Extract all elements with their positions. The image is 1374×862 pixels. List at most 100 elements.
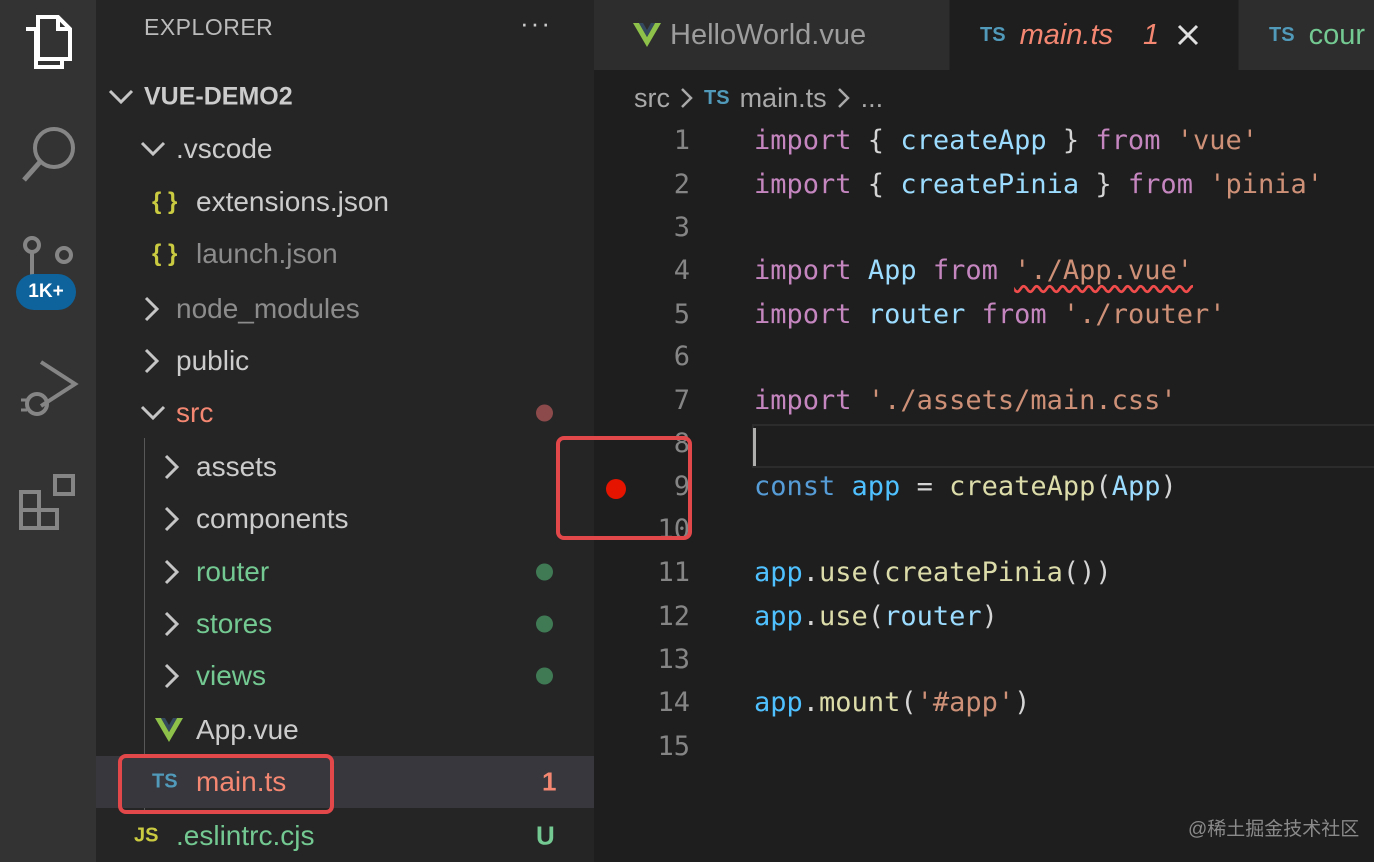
line-number: 11 <box>657 557 690 588</box>
run-debug-icon[interactable] <box>0 342 96 428</box>
more-actions-icon[interactable]: ··· <box>520 8 552 39</box>
highlight-box <box>118 754 334 814</box>
typescript-icon: TS <box>1269 23 1295 46</box>
code-line-7[interactable]: import './assets/main.css' <box>754 385 1177 416</box>
tree-label: components <box>196 503 349 534</box>
tree-file-launch-json[interactable]: { } launch.json <box>96 228 594 280</box>
tree-label: views <box>196 660 267 691</box>
javascript-icon: JS <box>134 824 159 847</box>
chevron-down-icon <box>108 89 134 105</box>
json-icon: { } <box>152 188 178 215</box>
tree-label: launch.json <box>196 238 338 269</box>
line-number: 5 <box>673 299 690 330</box>
tree-folder-vscode[interactable]: .vscode <box>96 123 594 175</box>
line-number: 6 <box>673 341 690 372</box>
tree-label: .eslintrc.cjs <box>176 820 315 851</box>
vue-icon <box>633 23 661 47</box>
code-line-14[interactable]: app.mount('#app') <box>754 687 1030 718</box>
chevron-right-icon <box>164 611 180 637</box>
watermark: @稀土掘金技术社区 <box>1188 819 1360 840</box>
chevron-right-icon <box>164 454 180 480</box>
tree-label: router <box>196 556 270 587</box>
chevron-down-icon <box>140 141 166 157</box>
untracked-dot <box>536 615 553 633</box>
tab-label: HelloWorld.vue <box>670 18 867 51</box>
code-line-2[interactable]: import { createPinia } from 'pinia' <box>754 169 1323 200</box>
line-number: 13 <box>657 644 690 675</box>
json-icon: { } <box>152 240 178 267</box>
modified-dot <box>536 404 553 422</box>
line-number: 14 <box>657 687 690 718</box>
breadcrumb-folder[interactable]: src <box>634 83 670 114</box>
explorer-icon[interactable] <box>0 0 96 86</box>
tree-file-eslintrc[interactable]: JS .eslintrc.cjs U <box>96 810 594 862</box>
breadcrumb: src TS main.ts ... <box>634 78 883 118</box>
highlight-box <box>556 436 692 540</box>
line-number: 1 <box>673 125 690 156</box>
extensions-icon[interactable] <box>0 460 96 546</box>
chevron-right-icon <box>164 559 180 585</box>
code-line-5[interactable]: import router from './router' <box>754 299 1225 330</box>
chevron-right-icon <box>681 88 693 108</box>
line-number: 3 <box>673 212 690 243</box>
error-squiggle: './App.vue' <box>1014 255 1193 286</box>
chevron-right-icon <box>164 506 180 532</box>
tree-label: extensions.json <box>196 186 390 217</box>
text-cursor <box>753 428 756 466</box>
project-name: VUE-DEMO2 <box>144 82 293 111</box>
tab-bar: HelloWorld.vue TS main.ts 1 TS cour <box>594 0 1374 70</box>
tree-folder-stores[interactable]: stores <box>96 598 594 650</box>
typescript-icon: TS <box>980 23 1006 46</box>
tab-helloworld-vue[interactable]: HelloWorld.vue <box>594 0 949 70</box>
tab-label: cour <box>1308 18 1365 51</box>
tab-cour[interactable]: TS cour <box>1239 0 1374 70</box>
line-number: 12 <box>657 601 690 632</box>
tree-file-extensions-json[interactable]: { } extensions.json <box>96 176 594 228</box>
current-line-highlight <box>752 424 1374 468</box>
tree-folder-assets[interactable]: assets <box>96 441 594 493</box>
code-line-4[interactable]: import App from './App.vue' <box>754 255 1193 286</box>
close-icon[interactable] <box>1177 24 1199 46</box>
activity-bar: 1K+ <box>0 0 96 862</box>
problem-count: 1 <box>542 766 557 797</box>
tree-label: node_modules <box>176 293 360 324</box>
tree-label: stores <box>196 608 273 639</box>
project-root[interactable]: VUE-DEMO2 <box>96 71 594 123</box>
tree-folder-src[interactable]: src <box>96 387 594 439</box>
chevron-down-icon <box>140 405 166 421</box>
line-number: 7 <box>673 385 690 416</box>
explorer-sidebar: EXPLORER ··· VUE-DEMO2 .vscode { } exten… <box>96 0 594 862</box>
tree-folder-components[interactable]: components <box>96 493 594 545</box>
problem-count: 1 <box>1143 18 1160 51</box>
tree-label: .vscode <box>176 133 273 164</box>
search-icon[interactable] <box>0 112 96 198</box>
tree-folder-views[interactable]: views <box>96 650 594 702</box>
line-number: 15 <box>657 731 690 762</box>
code-line-12[interactable]: app.use(router) <box>754 601 998 632</box>
vue-icon <box>155 718 183 742</box>
breadcrumb-file[interactable]: main.ts <box>740 83 827 114</box>
code-line-9[interactable]: const app = createApp(App) <box>754 471 1177 502</box>
tab-main-ts[interactable]: TS main.ts 1 <box>950 0 1238 70</box>
tree-folder-node-modules[interactable]: node_modules <box>96 283 594 335</box>
chevron-right-icon <box>144 296 160 322</box>
chevron-right-icon <box>144 348 160 374</box>
code-line-1[interactable]: import { createApp } from 'vue' <box>754 125 1258 156</box>
scm-badge: 1K+ <box>16 274 76 310</box>
tree-label: src <box>176 397 214 428</box>
code-line-11[interactable]: app.use(createPinia()) <box>754 557 1112 588</box>
explorer-title: EXPLORER <box>144 14 274 40</box>
tree-folder-router[interactable]: router <box>96 546 594 598</box>
tab-label: main.ts <box>1019 18 1114 51</box>
git-status-badge: U <box>536 820 555 851</box>
typescript-icon: TS <box>704 86 730 109</box>
tree-file-app-vue[interactable]: App.vue <box>96 704 594 756</box>
tree-label: assets <box>196 451 277 482</box>
untracked-dot <box>536 667 553 685</box>
tree-folder-public[interactable]: public <box>96 335 594 387</box>
chevron-right-icon <box>164 663 180 689</box>
line-number: 2 <box>673 169 690 200</box>
tree-label: public <box>176 345 250 376</box>
line-number: 4 <box>673 255 690 286</box>
breadcrumb-more[interactable]: ... <box>861 83 884 114</box>
